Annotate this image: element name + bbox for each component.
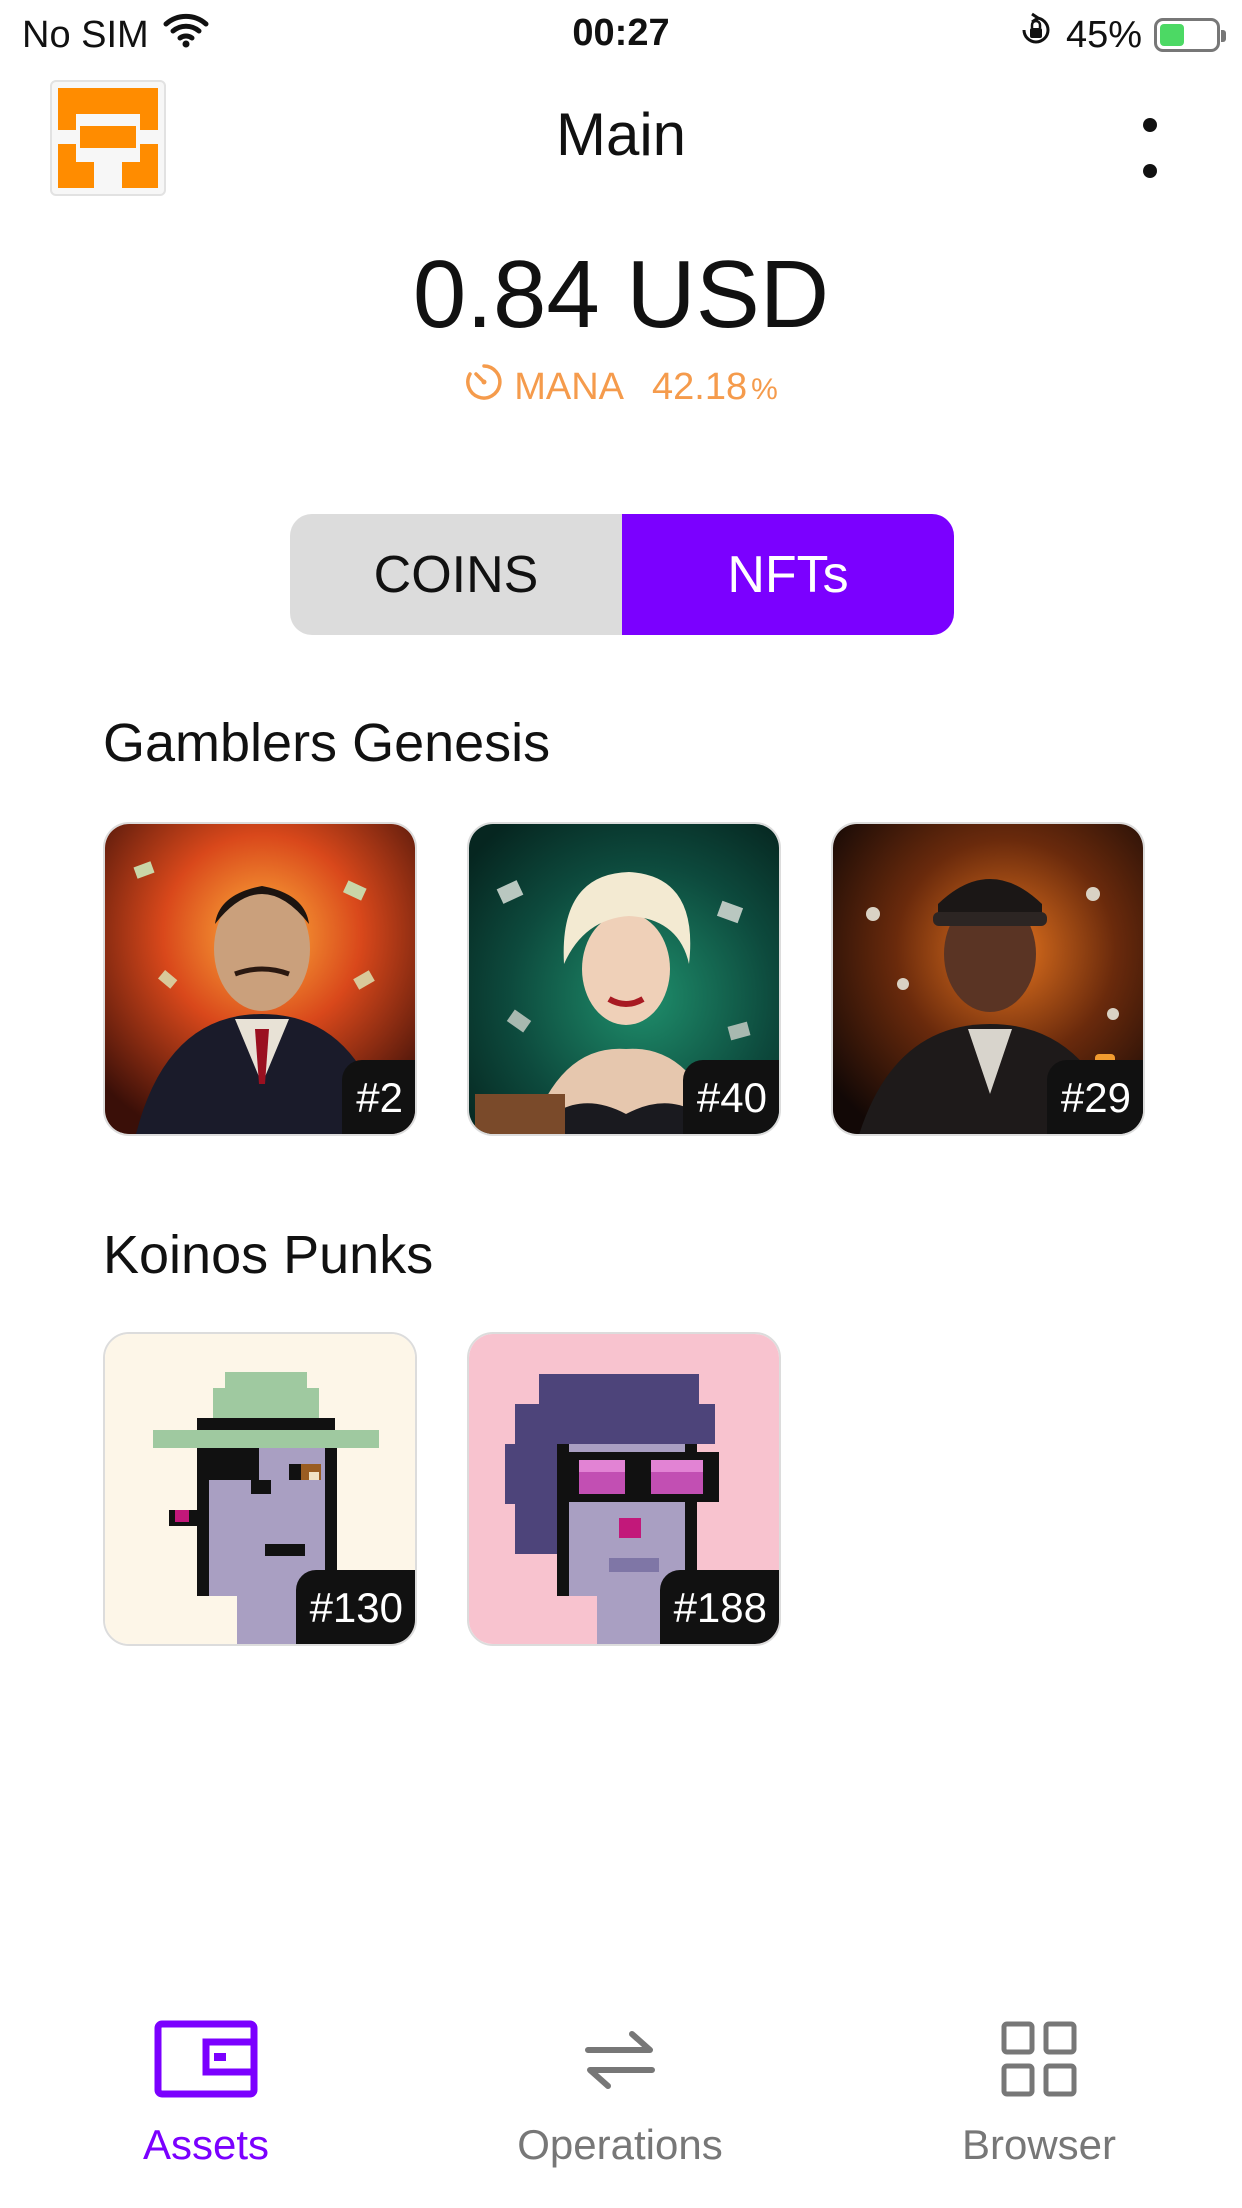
more-options-button[interactable] xyxy=(1130,118,1170,178)
nft-id-badge: #2 xyxy=(342,1060,415,1134)
timer-icon xyxy=(464,362,504,412)
nav-label: Operations xyxy=(517,2121,723,2168)
asset-type-tabs: COINS NFTs xyxy=(290,514,954,635)
nav-label: Browser xyxy=(961,2121,1117,2168)
nav-item-assets[interactable]: Assets xyxy=(56,2020,356,2169)
nav-item-operations[interactable]: Operations xyxy=(470,2020,770,2169)
balance-amount: 0.84 USD xyxy=(412,241,830,348)
nft-card[interactable]: #188 xyxy=(467,1332,781,1646)
grid-icon xyxy=(1000,2021,1078,2102)
nft-id-badge: #40 xyxy=(682,1060,779,1134)
collection-title: Koinos Punks xyxy=(103,1225,434,1285)
mana-label: MANA xyxy=(514,365,624,408)
nft-card[interactable]: #29 xyxy=(831,822,1145,1136)
tab-nfts[interactable]: NFTs xyxy=(622,514,954,635)
battery-percent: 45% xyxy=(1065,13,1142,56)
nft-card[interactable]: #2 xyxy=(103,822,417,1136)
nft-id-badge: #188 xyxy=(659,1570,779,1644)
more-dot-icon xyxy=(1143,164,1157,178)
nft-id-badge: #130 xyxy=(295,1570,415,1644)
nft-id-badge: #29 xyxy=(1046,1060,1143,1134)
battery-icon xyxy=(1154,18,1226,52)
nav-label: Assets xyxy=(142,2121,270,2168)
nav-item-browser[interactable]: Browser xyxy=(889,2020,1189,2169)
nft-card[interactable]: #130 xyxy=(103,1332,417,1646)
more-dot-icon xyxy=(1143,118,1157,132)
mana-indicator: MANA 42.18% xyxy=(0,362,1242,412)
bottom-nav: Assets Operations Browser xyxy=(0,2020,1242,2208)
nft-card[interactable]: #40 xyxy=(467,822,781,1136)
status-bar: No SIM 00:27 45% xyxy=(0,0,1242,70)
wallet-icon xyxy=(154,2020,258,2102)
collection-title: Gamblers Genesis xyxy=(103,713,551,773)
page-title: Main xyxy=(555,101,687,168)
mana-percentage: 42.18% xyxy=(652,365,778,408)
tab-coins[interactable]: COINS xyxy=(290,514,622,635)
battery-level xyxy=(1160,24,1184,46)
arrows-exchange-icon xyxy=(580,2031,660,2102)
orientation-lock-icon xyxy=(1018,12,1054,58)
